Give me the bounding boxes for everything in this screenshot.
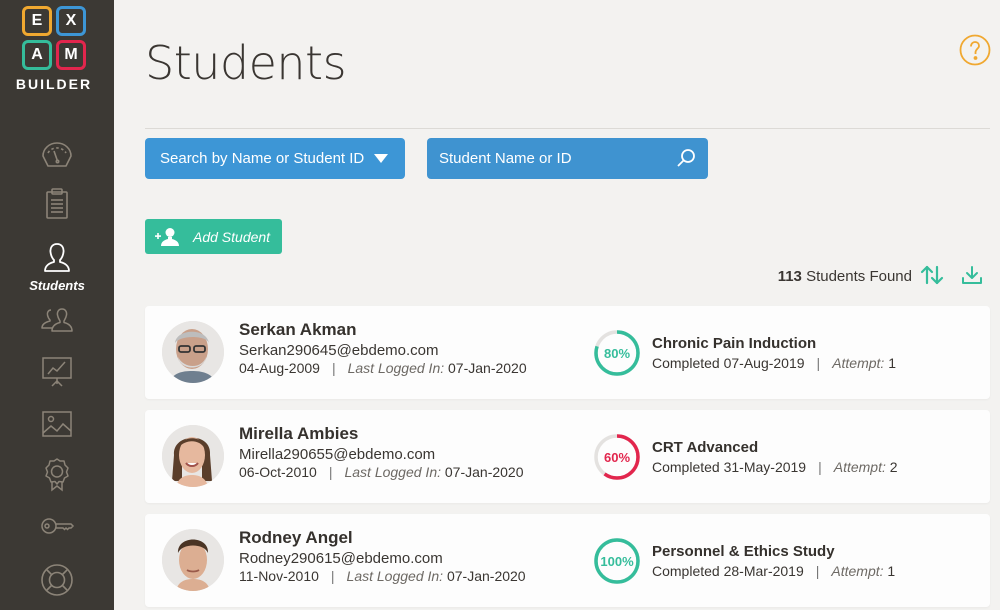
student-name[interactable]: Serkan Akman [239, 320, 356, 340]
results-count-number: 113 [777, 268, 802, 285]
sidebar-item-certificates[interactable] [0, 456, 114, 492]
exam-completed: Completed 28-Mar-2019 [652, 563, 804, 579]
add-student-label: Add Student [193, 228, 271, 245]
separator: | [815, 563, 820, 579]
avatar-photo-rodney [162, 529, 224, 591]
exam-meta: Completed 07-Aug-2019 | Attempt: 1 [652, 355, 896, 371]
sidebar-item-support[interactable] [0, 562, 114, 598]
last-logged-label: Last Logged In: [344, 464, 441, 480]
avatar [162, 321, 224, 383]
separator: | [328, 464, 333, 480]
logo-tile-e: E [22, 6, 52, 36]
logo-tile-x: X [56, 6, 86, 36]
logo-tile-m: M [56, 40, 86, 70]
student-card[interactable]: Rodney Angel Rodney290615@ebdemo.com 11-… [145, 514, 990, 607]
add-user-icon [155, 227, 179, 246]
student-card[interactable]: Mirella Ambies Mirella290655@ebdemo.com … [145, 410, 990, 503]
student-email: Mirella290655@ebdemo.com [239, 446, 436, 463]
search-field [427, 138, 708, 179]
score-percent: 60% [603, 449, 631, 465]
last-logged-value: 07-Jan-2020 [444, 464, 524, 480]
score-percent: 80% [603, 345, 631, 361]
attempt-label: Attempt: [833, 459, 886, 475]
exam-meta: Completed 31-May-2019 | Attempt: 2 [652, 459, 898, 475]
last-logged-value: 07-Jan-2020 [448, 360, 527, 376]
add-student-button[interactable]: Add Student [145, 219, 282, 254]
avatar [162, 425, 224, 487]
search-input[interactable] [427, 138, 708, 179]
exam-title[interactable]: Chronic Pain Induction [652, 335, 816, 352]
student-card[interactable]: Serkan Akman Serkan290645@ebdemo.com 04-… [145, 306, 990, 399]
caret-down-icon [374, 154, 388, 163]
search-by-dropdown[interactable]: Search by Name or Student ID [145, 138, 405, 179]
score-percent: 100% [600, 553, 634, 569]
sidebar-item-access[interactable] [0, 508, 114, 544]
exam-completed: Completed 07-Aug-2019 [652, 355, 805, 371]
results-count: 113 Students Found [778, 268, 912, 285]
clipboard-icon [46, 188, 68, 219]
search-by-dropdown-label: Search by Name or Student ID [160, 150, 365, 167]
exam-builder-logo[interactable]: E X A M BUILDER [16, 6, 92, 92]
lifebuoy-icon [41, 564, 73, 596]
logo-wordmark: BUILDER [15, 76, 93, 92]
sidebar: E X A M BUILDER Students [0, 0, 114, 610]
header-divider [145, 128, 990, 129]
separator: | [816, 355, 821, 371]
last-logged-label: Last Logged In: [346, 568, 444, 584]
sort-icon[interactable] [920, 264, 944, 286]
student-date: 04-Aug-2009 [239, 360, 320, 376]
separator: | [331, 360, 336, 376]
avatar-photo-mirella [162, 425, 224, 487]
attempt-value: 1 [888, 355, 897, 371]
student-name[interactable]: Rodney Angel [239, 528, 353, 548]
student-date: 11-Nov-2010 [239, 568, 319, 584]
student-email: Rodney290615@ebdemo.com [239, 550, 443, 567]
student-email: Serkan290645@ebdemo.com [239, 342, 439, 359]
student-meta: 04-Aug-2009 | Last Logged In: 07-Jan-2020 [239, 360, 527, 376]
groups-icon [41, 308, 73, 332]
download-icon[interactable] [961, 265, 983, 285]
exam-title[interactable]: CRT Advanced [652, 439, 758, 456]
avatar-photo-serkan [162, 321, 224, 383]
sidebar-item-reports[interactable] [0, 354, 114, 390]
attempt-value: 1 [887, 563, 896, 579]
page-title: Students [145, 36, 347, 90]
award-badge-icon [45, 458, 69, 492]
sidebar-item-students[interactable]: Students [0, 240, 114, 293]
presentation-chart-icon [42, 357, 72, 387]
student-name[interactable]: Mirella Ambies [239, 424, 358, 444]
results-count-label: Students Found [806, 268, 912, 285]
key-icon [41, 518, 75, 534]
exam-completed: Completed 31-May-2019 [652, 459, 807, 475]
student-meta: 11-Nov-2010 | Last Logged In: 07-Jan-2020 [239, 568, 526, 584]
image-icon [42, 411, 72, 437]
exam-title[interactable]: Personnel & Ethics Study [652, 543, 835, 560]
dashboard-gauge-icon [42, 142, 72, 167]
sidebar-item-groups[interactable] [0, 302, 114, 338]
search-icon[interactable] [676, 148, 696, 168]
logo-tile-a: A [22, 40, 52, 70]
separator: | [330, 568, 335, 584]
sidebar-item-exams[interactable] [0, 186, 114, 222]
student-date: 06-Oct-2010 [239, 464, 317, 480]
attempt-label: Attempt: [832, 355, 885, 371]
sidebar-item-label: Students [29, 278, 85, 293]
separator: | [818, 459, 822, 475]
attempt-label: Attempt: [831, 563, 884, 579]
avatar [162, 529, 224, 591]
last-logged-label: Last Logged In: [347, 360, 445, 376]
attempt-value: 2 [889, 459, 898, 475]
help-question-icon[interactable] [959, 34, 991, 66]
student-meta: 06-Oct-2010 | Last Logged In: 07-Jan-2020 [239, 464, 524, 480]
last-logged-value: 07-Jan-2020 [446, 568, 526, 584]
student-icon [44, 243, 70, 272]
sidebar-item-media[interactable] [0, 406, 114, 442]
main-content: Students Search by Name or Student ID Ad… [114, 0, 1000, 610]
exam-meta: Completed 28-Mar-2019 | Attempt: 1 [652, 563, 895, 579]
sidebar-item-dashboard[interactable] [0, 136, 114, 172]
